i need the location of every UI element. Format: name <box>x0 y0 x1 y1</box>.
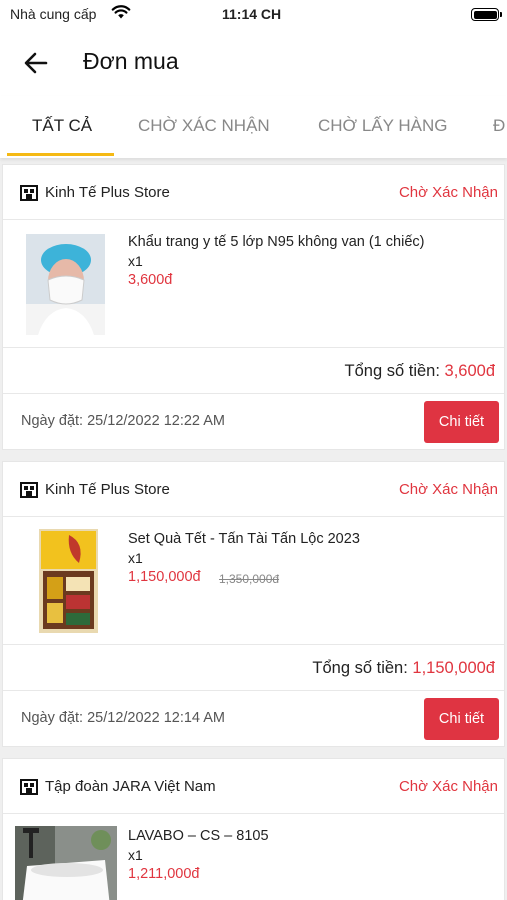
product-row[interactable]: LAVABO – CS – 8105 x1 1,211,000đ <box>3 814 504 900</box>
store-icon <box>20 482 38 498</box>
product-image <box>15 826 117 900</box>
order-tabs: TẤT CẢ CHỜ XÁC NHẬN CHỜ LẤY HÀNG Đ <box>0 96 507 158</box>
wifi-icon <box>111 5 131 19</box>
total-amount: 3,600đ <box>444 362 495 380</box>
product-qty: x1 <box>128 253 143 269</box>
product-price: 1,150,000đ <box>128 569 201 585</box>
battery-icon <box>471 8 502 21</box>
store-icon <box>20 185 38 201</box>
shop-row: Kinh Tế Plus Store Chờ Xác Nhận <box>3 462 504 517</box>
total-label: Tổng số tiền: <box>344 362 440 380</box>
order-card[interactable]: Tập đoàn JARA Việt Nam Chờ Xác Nhận LAVA… <box>2 758 505 900</box>
app-header: Đơn mua <box>0 30 507 96</box>
total-row: Tổng số tiền: 3,600đ <box>3 348 504 394</box>
shop-name[interactable]: Kinh Tế Plus Store <box>45 481 170 498</box>
shop-name[interactable]: Kinh Tế Plus Store <box>45 184 170 201</box>
product-row[interactable]: Khẩu trang y tế 5 lớp N95 không van (1 c… <box>3 220 504 348</box>
product-name: LAVABO – CS – 8105 <box>128 828 269 844</box>
store-icon <box>20 779 38 795</box>
order-status: Chờ Xác Nhận <box>398 481 498 498</box>
tab-all[interactable]: TẤT CẢ <box>32 116 92 136</box>
tab-waiting-pickup[interactable]: CHỜ LẤY HÀNG <box>318 116 448 136</box>
order-card[interactable]: Kinh Tế Plus Store Chờ Xác Nhận Khẩu tra… <box>2 164 505 450</box>
product-image <box>39 529 98 633</box>
status-bar: Nhà cung cấp 11:14 CH <box>0 0 507 30</box>
product-price: 3,600đ <box>128 272 173 288</box>
shop-row: Tập đoàn JARA Việt Nam Chờ Xác Nhận <box>3 759 504 814</box>
tab-next[interactable]: Đ <box>493 116 505 136</box>
product-name: Set Quà Tết - Tấn Tài Tấn Lộc 2023 <box>128 531 360 547</box>
product-original-price: 1,350,000đ <box>219 572 280 586</box>
page-title: Đơn mua <box>83 48 179 74</box>
order-date: Ngày đặt: 25/12/2022 12:22 AM <box>21 413 225 429</box>
order-total: Tổng số tiền: 1,150,000đ <box>312 659 495 678</box>
product-name: Khẩu trang y tế 5 lớp N95 không van (1 c… <box>128 234 425 250</box>
product-qty: x1 <box>128 550 143 566</box>
clock: 11:14 CH <box>222 6 282 22</box>
total-row: Tổng số tiền: 1,150,000đ <box>3 645 504 691</box>
product-row[interactable]: Set Quà Tết - Tấn Tài Tấn Lộc 2023 x1 1,… <box>3 517 504 645</box>
tab-waiting-confirm[interactable]: CHỜ XÁC NHẬN <box>138 116 270 136</box>
order-date: Ngày đặt: 25/12/2022 12:14 AM <box>21 710 225 726</box>
date-row: Ngày đặt: 25/12/2022 12:14 AM Chi tiết <box>3 691 504 746</box>
product-qty: x1 <box>128 847 143 863</box>
shop-name[interactable]: Tập đoàn JARA Việt Nam <box>45 778 216 795</box>
detail-button[interactable]: Chi tiết <box>424 698 499 740</box>
total-label: Tổng số tiền: <box>312 659 408 677</box>
product-image <box>26 234 105 335</box>
order-status: Chờ Xác Nhận <box>398 778 498 795</box>
order-status: Chờ Xác Nhận <box>398 184 498 201</box>
carrier-label: Nhà cung cấp <box>10 6 97 22</box>
arrow-left-icon[interactable] <box>22 49 50 77</box>
order-total: Tổng số tiền: 3,600đ <box>345 362 495 381</box>
total-amount: 1,150,000đ <box>412 659 495 677</box>
detail-button[interactable]: Chi tiết <box>424 401 499 443</box>
date-row: Ngày đặt: 25/12/2022 12:22 AM Chi tiết <box>3 394 504 449</box>
active-tab-indicator <box>7 153 114 156</box>
product-price: 1,211,000đ <box>128 866 200 882</box>
shop-row: Kinh Tế Plus Store Chờ Xác Nhận <box>3 165 504 220</box>
order-card[interactable]: Kinh Tế Plus Store Chờ Xác Nhận Set Quà … <box>2 461 505 747</box>
